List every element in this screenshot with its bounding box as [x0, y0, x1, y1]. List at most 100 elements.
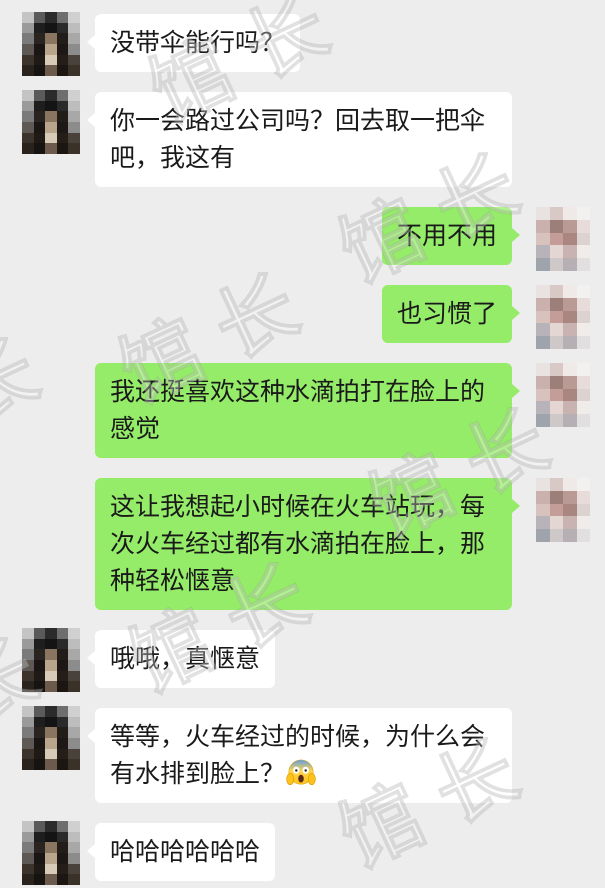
message-row-incoming: 你一会路过公司吗？回去取一把伞吧，我这有 — [0, 90, 605, 187]
avatar-pixel — [22, 863, 34, 875]
avatar-pixel — [563, 323, 577, 337]
avatar-pixel — [45, 853, 57, 864]
contact-avatar[interactable] — [22, 90, 80, 154]
avatar-pixel — [576, 516, 590, 530]
avatar-pixel — [576, 232, 590, 246]
avatar-pixel — [22, 143, 34, 154]
avatar-pixel — [56, 821, 69, 832]
avatar-pixel — [56, 706, 69, 717]
avatar-pixel — [549, 336, 563, 349]
avatar-pixel — [536, 388, 550, 402]
avatar-pixel — [576, 478, 590, 491]
avatar-pixel — [22, 670, 34, 682]
avatar-pixel — [536, 207, 550, 220]
contact-avatar[interactable] — [22, 706, 80, 770]
avatar-pixel — [576, 207, 590, 220]
avatar-pixel — [563, 414, 577, 427]
avatar-pixel — [536, 401, 550, 415]
avatar-pixel — [68, 670, 80, 682]
face-screaming-in-fear-icon-graphic — [286, 759, 316, 786]
message-row-outgoing: 不用不用 — [0, 207, 605, 271]
avatar-pixel — [22, 738, 34, 749]
message-bubble[interactable]: 等等，火车经过的时候，为什么会有水排到脸上？ — [87, 708, 512, 803]
avatar-pixel — [68, 821, 80, 832]
avatar-pixel — [536, 363, 550, 376]
avatar-pixel — [33, 90, 46, 101]
avatar-pixel — [563, 232, 577, 246]
avatar-pixel — [33, 706, 46, 717]
avatar-pixel — [45, 681, 57, 692]
avatar-pixel — [45, 660, 57, 671]
avatar-pixel — [33, 660, 46, 671]
avatar-pixel — [536, 297, 550, 311]
avatar-pixel — [56, 132, 69, 144]
avatar-pixel — [549, 245, 563, 259]
message-bubble[interactable]: 也习惯了 — [381, 285, 521, 343]
avatar-pixel — [22, 54, 34, 66]
avatar-pixel — [56, 628, 69, 639]
avatar-pixel — [33, 111, 46, 122]
my-avatar[interactable] — [536, 478, 590, 542]
message-row-incoming: 哦哦，真惬意 — [0, 628, 605, 692]
contact-avatar[interactable] — [22, 821, 80, 885]
my-avatar[interactable] — [536, 363, 590, 427]
avatar-pixel — [56, 44, 69, 55]
avatar-pixel — [45, 65, 57, 76]
avatar-pixel — [68, 90, 80, 101]
message-bubble[interactable]: 我还挺喜欢这种水滴拍打在脸上的感觉 — [95, 363, 520, 458]
contact-avatar[interactable] — [22, 12, 80, 76]
my-avatar[interactable] — [536, 207, 590, 271]
avatar-pixel — [45, 842, 57, 853]
avatar-pixel — [563, 478, 577, 491]
avatar-pixel — [33, 54, 46, 66]
avatar-pixel — [536, 258, 550, 271]
avatar-pixel — [549, 478, 563, 491]
avatar-pixel — [33, 727, 46, 738]
avatar-pixel — [45, 122, 57, 133]
chat-message-list[interactable]: 没带伞能行吗？ 你一会路过公司吗？回去取一把伞吧，我这有 不用不用 也习惯了 我… — [0, 12, 605, 885]
avatar-pixel — [68, 874, 80, 885]
avatar-pixel — [576, 310, 590, 324]
avatar-pixel — [56, 65, 69, 76]
message-row-incoming: 没带伞能行吗？ — [0, 12, 605, 76]
avatar-pixel — [33, 853, 46, 864]
avatar-pixel — [549, 414, 563, 427]
message-bubble[interactable]: 这让我想起小时候在火车站玩，每次火车经过都有水滴拍在脸上，那种轻松惬意 — [95, 478, 520, 610]
avatar-pixel — [33, 831, 46, 843]
avatar-pixel — [45, 738, 57, 749]
avatar-pixel — [576, 388, 590, 402]
avatar-pixel — [536, 375, 550, 389]
message-bubble[interactable]: 你一会路过公司吗？回去取一把伞吧，我这有 — [87, 92, 512, 187]
avatar-pixel — [576, 258, 590, 271]
avatar-pixel — [22, 132, 34, 144]
message-bubble[interactable]: 不用不用 — [381, 207, 521, 265]
avatar-pixel — [22, 748, 34, 760]
message-row-incoming: 哈哈哈哈哈哈 — [0, 821, 605, 885]
avatar-pixel — [56, 638, 69, 650]
avatar-pixel — [576, 219, 590, 233]
avatar-pixel — [56, 831, 69, 843]
avatar-pixel — [549, 285, 563, 298]
avatar-pixel — [576, 375, 590, 389]
avatar-pixel — [576, 285, 590, 298]
avatar-pixel — [563, 207, 577, 220]
avatar-pixel — [68, 638, 80, 650]
message-text: 我还挺喜欢这种水滴拍打在脸上的感觉 — [110, 377, 486, 443]
avatar-pixel — [68, 54, 80, 66]
message-bubble[interactable]: 没带伞能行吗？ — [86, 14, 301, 72]
avatar-pixel — [563, 529, 577, 542]
avatar-pixel — [33, 44, 46, 55]
avatar-pixel — [33, 821, 46, 832]
message-bubble[interactable]: 哈哈哈哈哈哈 — [86, 823, 276, 881]
avatar-pixel — [45, 670, 57, 682]
avatar-pixel — [68, 143, 80, 154]
avatar-pixel — [56, 748, 69, 760]
avatar-pixel — [56, 22, 69, 34]
avatar-pixel — [549, 516, 563, 530]
avatar-pixel — [56, 874, 69, 885]
contact-avatar[interactable] — [22, 628, 80, 692]
avatar-pixel — [68, 706, 80, 717]
message-bubble[interactable]: 哦哦，真惬意 — [86, 630, 276, 688]
avatar-pixel — [33, 22, 46, 34]
my-avatar[interactable] — [536, 285, 590, 349]
